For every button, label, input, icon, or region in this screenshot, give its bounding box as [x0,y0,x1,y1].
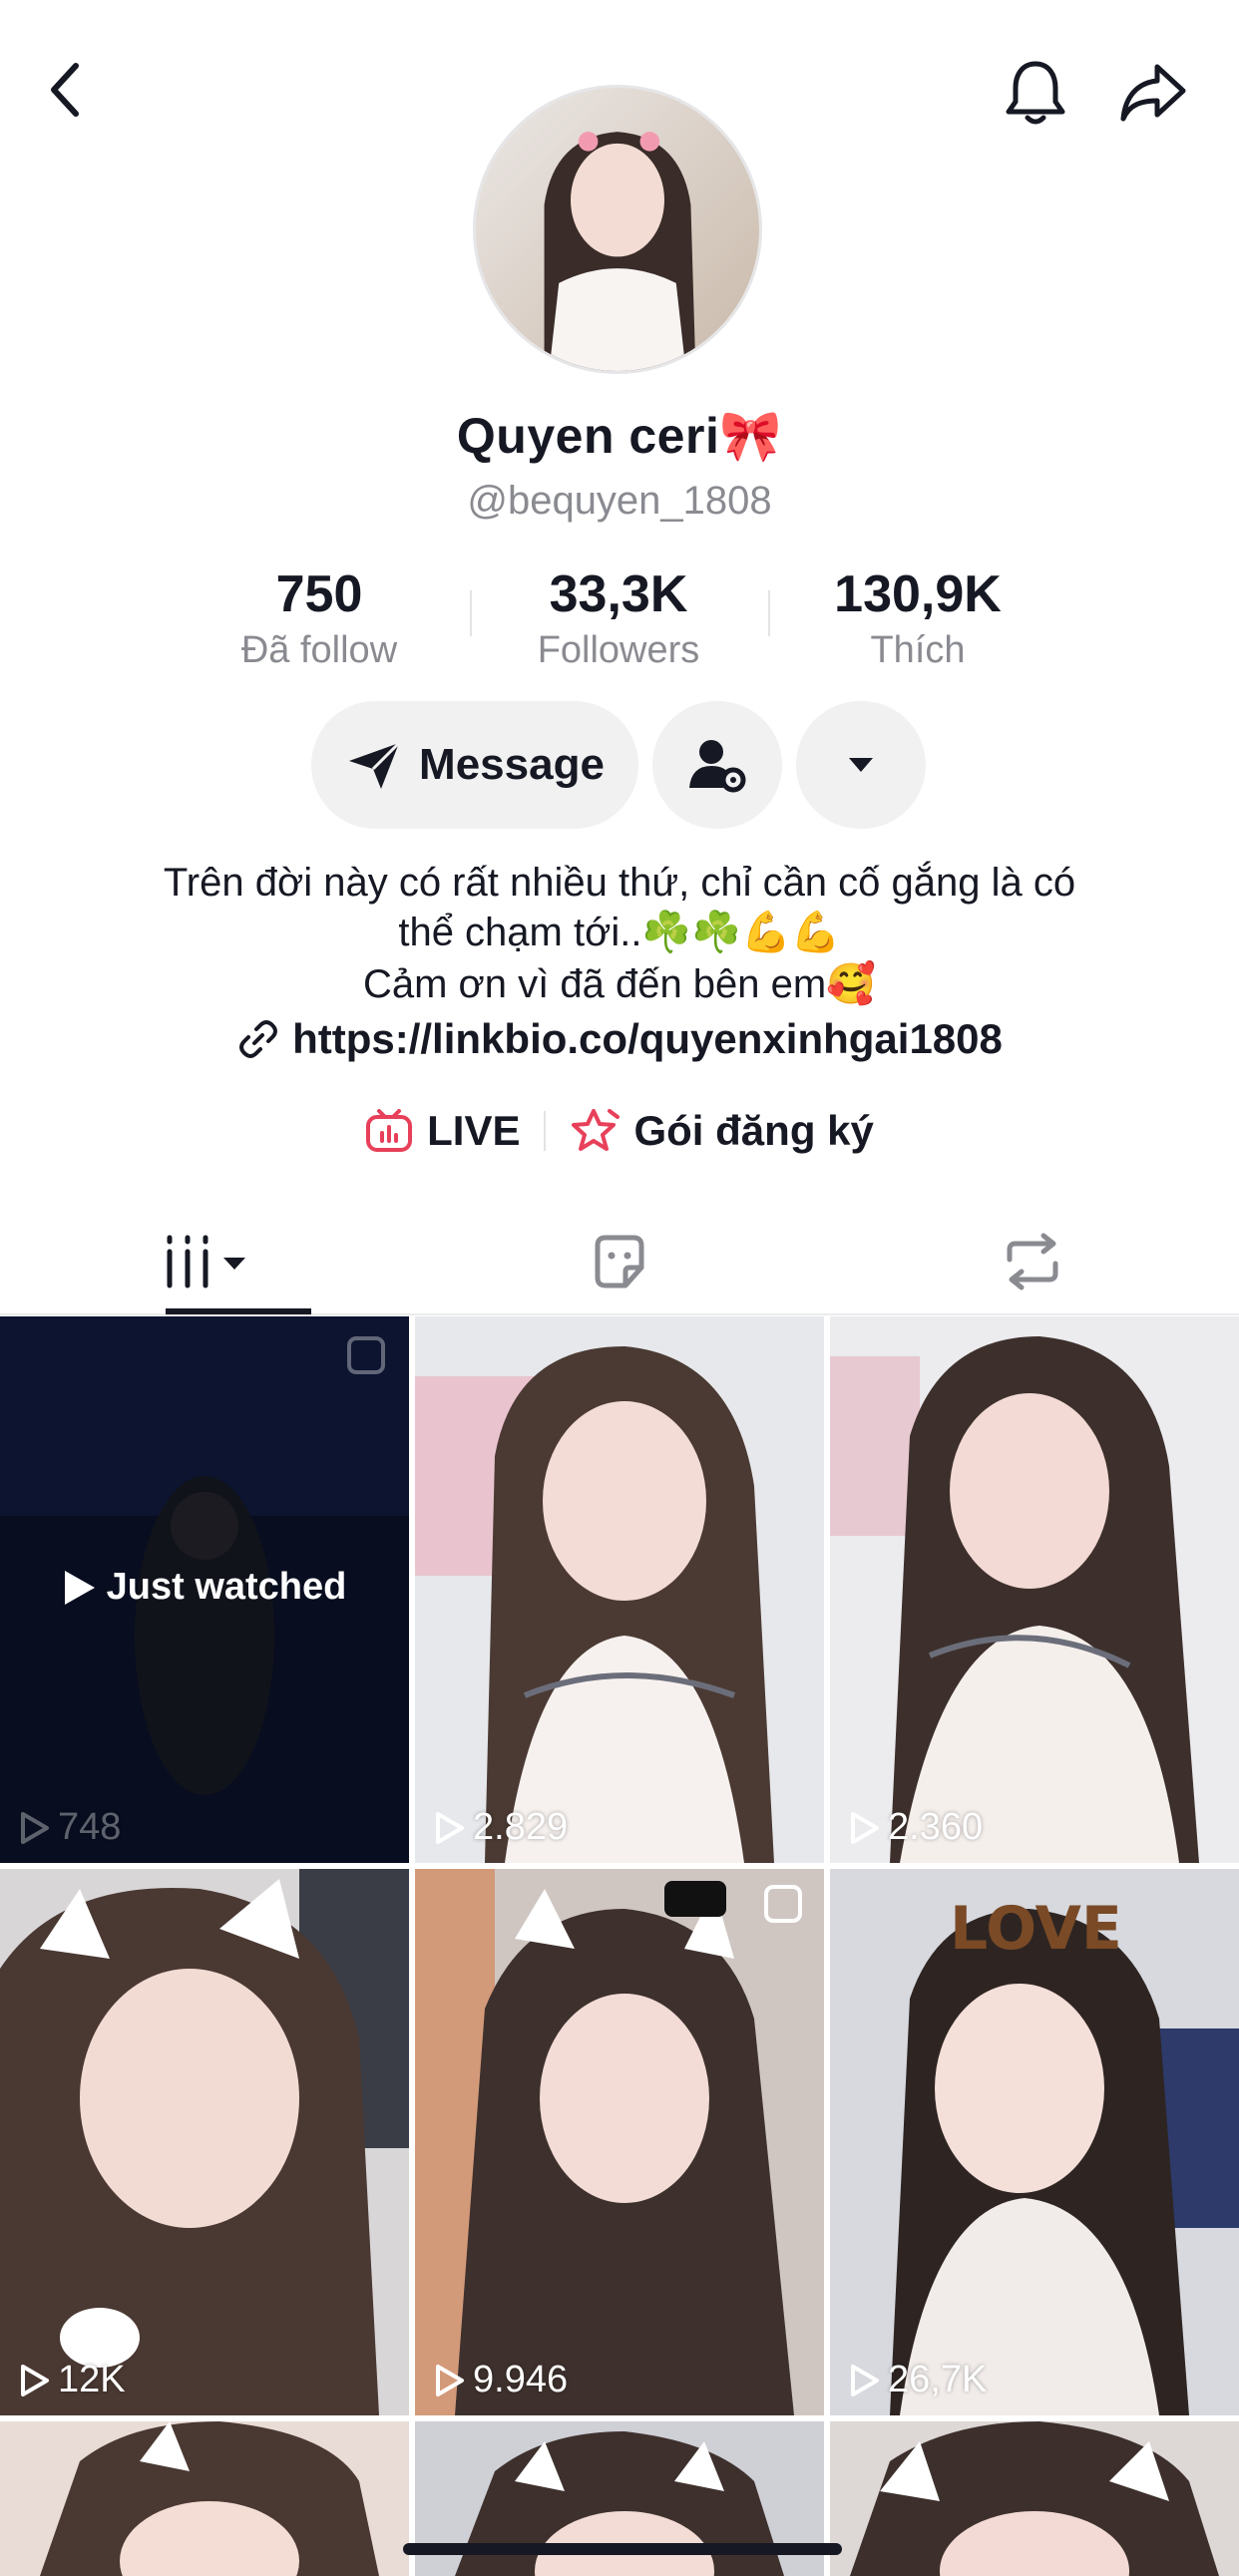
view-count-label: 748 [58,1806,122,1848]
chevron-left-icon [51,63,79,117]
stat-likes[interactable]: 130,9K Thích [768,563,1067,675]
row-divider [544,1111,547,1151]
link-icon [239,1020,278,1058]
subscription-label: Gói đăng ký [633,1107,874,1154]
more-options-dropdown[interactable] [796,701,926,829]
user-settings-icon [689,740,746,793]
active-tab-indicator [166,1308,311,1314]
tab-liked[interactable] [413,1212,826,1311]
username-handle: @bequyen_1808 [467,479,772,523]
view-count-label: 9.946 [473,2359,569,2400]
video-thumbnail[interactable]: 12K [0,1869,409,2415]
thumbnail-image [415,1316,824,1863]
thumbnail-image [0,2421,409,2576]
view-count-label: 12K [58,2359,126,2400]
message-button[interactable]: Message [311,701,638,829]
subscription-button[interactable]: Gói đăng ký [570,1107,874,1155]
thumbnail-image [415,1869,824,2415]
thumbnail-image [830,1316,1239,1863]
avatar-image [476,88,759,371]
stat-likes-label: Thích [870,629,966,671]
video-thumbnail[interactable]: 2.829 [415,1316,824,1863]
message-button-label: Message [419,740,605,789]
stat-following-label: Đã follow [240,629,398,671]
caret-down-icon [849,758,873,772]
live-tv-icon [366,1109,413,1152]
share-button[interactable] [1113,55,1193,131]
view-count: 9.946 [435,2359,568,2401]
play-outline-icon [851,2364,879,2396]
stat-followers[interactable]: 33,3K Followers [469,563,768,675]
live-label: LIVE [427,1107,521,1154]
back-button[interactable] [36,60,96,120]
stat-followers-label: Followers [537,629,700,671]
view-count-label: 2.360 [888,1806,984,1848]
view-count-label: 26,7K [888,2359,988,2400]
bio-link-text: https://linkbio.co/quyenxinhgai1808 [292,1015,1003,1062]
bio-line: thể chạm tới..☘️☘️💪💪 [398,911,841,954]
bio-line: Trên đời này có rất nhiều thứ, chỉ cần c… [163,861,1076,905]
display-name: Quyen ceri🎀 [456,408,783,464]
stat-likes-value: 130,9K [834,565,1002,623]
stat-following-value: 750 [275,565,363,623]
thumbnail-image: LOVE [830,1869,1239,2415]
thumbnail-image [830,2421,1239,2576]
subscription-star-icon [572,1109,620,1151]
play-outline-icon [851,1811,879,1844]
view-count-label: 2.829 [473,1806,569,1848]
play-outline-icon [21,1811,49,1844]
play-outline-icon [436,1811,464,1844]
thumbnail-image [0,1869,409,2415]
notifications-button[interactable] [998,55,1073,131]
send-icon [349,741,401,789]
just-watched-label: Just watched [106,1566,347,1608]
view-count: 26,7K [850,2359,987,2401]
view-count: 2.829 [435,1806,568,1849]
video-thumbnail[interactable]: LOVE 26,7K [830,1869,1239,2415]
friend-settings-button[interactable] [652,701,782,829]
bio-link[interactable]: https://linkbio.co/quyenxinhgai1808 [0,1015,1239,1063]
home-indicator [403,2543,842,2555]
view-count: 2.360 [850,1806,983,1849]
play-icon [64,1570,95,1605]
video-thumbnail[interactable] [0,2421,409,2576]
content-tabs [0,1212,1239,1315]
view-count: 748 [20,1806,121,1849]
videos-grid-icon [167,1235,245,1288]
bio-line: Cảm ơn vì đã đến bên em🥰 [362,962,877,1006]
video-thumbnail[interactable]: Just watched 748 [0,1316,409,1863]
live-subscription-row: LIVE Gói đăng ký [0,1107,1239,1155]
live-button[interactable]: LIVE [365,1107,520,1155]
repost-icon [1007,1233,1058,1290]
video-thumbnail[interactable]: 9.946 [415,1869,824,2415]
video-thumbnail[interactable]: 2.360 [830,1316,1239,1863]
liked-sticker-icon [595,1235,644,1288]
svg-text:LOVE: LOVE [950,1894,1122,1964]
profile-avatar[interactable] [473,85,762,374]
view-count: 12K [20,2359,126,2401]
bell-icon [1006,61,1065,125]
tab-reposts[interactable] [826,1212,1239,1311]
share-icon [1120,64,1186,122]
play-outline-icon [21,2364,49,2396]
video-thumbnail[interactable] [830,2421,1239,2576]
just-watched-overlay: Just watched [0,1566,409,1609]
stat-following[interactable]: 750 Đã follow [170,563,469,675]
stat-followers-value: 33,3K [549,565,688,623]
tab-videos[interactable] [0,1212,413,1311]
play-outline-icon [436,2364,464,2396]
